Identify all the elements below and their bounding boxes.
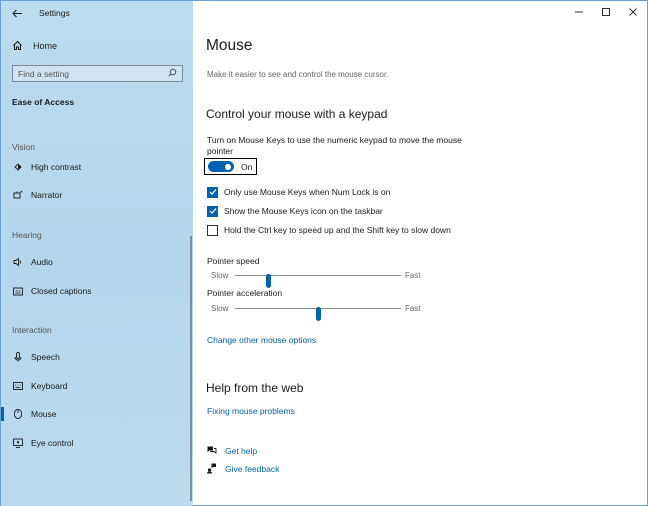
slider-min-label: Slow	[211, 271, 229, 280]
group-vision: Vision	[12, 142, 35, 152]
microphone-icon	[12, 352, 23, 363]
sidebar-item-high-contrast[interactable]: High contrast	[1, 157, 186, 177]
keyboard-icon	[12, 381, 23, 392]
pointer-acceleration-label: Pointer acceleration	[207, 288, 283, 298]
back-arrow-icon[interactable]	[10, 6, 24, 20]
sidebar-item-narrator[interactable]: Narrator	[1, 185, 186, 205]
taskbar-icon-checkbox-row[interactable]: Show the Mouse Keys icon on the taskbar	[207, 205, 383, 217]
sidebar-item-label: Speech	[31, 352, 60, 362]
num-lock-label: Only use Mouse Keys when Num Lock is on	[224, 187, 391, 197]
app-title: Settings	[39, 8, 70, 18]
main-content: Mouse Make it easier to see and control …	[193, 1, 648, 506]
toggle-state-label: On	[241, 161, 253, 172]
home-icon	[12, 40, 23, 53]
sidebar-item-closed-captions[interactable]: Closed captions	[1, 281, 186, 301]
sidebar-scrollbar[interactable]	[190, 236, 192, 501]
sidebar-item-label: Audio	[31, 257, 53, 267]
sidebar-item-label: Closed captions	[31, 286, 92, 296]
mouse-keys-toggle[interactable]: On	[204, 158, 257, 175]
slider-thumb[interactable]	[265, 274, 271, 288]
ctrl-shift-checkbox-row[interactable]: Hold the Ctrl key to speed up and the Sh…	[207, 224, 451, 236]
get-help-label[interactable]: Get help	[225, 446, 257, 456]
fixing-mouse-problems-link[interactable]: Fixing mouse problems	[207, 406, 295, 416]
search-box[interactable]	[12, 65, 183, 82]
search-input[interactable]	[18, 68, 168, 79]
pointer-speed-slider[interactable]: Slow Fast	[211, 270, 421, 288]
mouse-icon	[12, 409, 23, 420]
sidebar-item-audio[interactable]: Audio	[1, 252, 186, 272]
give-feedback-label[interactable]: Give feedback	[225, 464, 279, 474]
sidebar-item-label: Narrator	[31, 190, 63, 200]
toggle-knob	[225, 163, 231, 170]
toggle-switch[interactable]	[208, 161, 234, 172]
pointer-speed-label: Pointer speed	[207, 256, 260, 266]
get-help-icon	[206, 445, 217, 458]
slider-max-label: Fast	[405, 304, 421, 313]
help-heading: Help from the web	[206, 381, 304, 395]
high-contrast-icon	[12, 162, 23, 173]
home-label: Home	[33, 41, 58, 51]
slider-thumb[interactable]	[315, 307, 321, 321]
page-title: Mouse	[206, 37, 253, 54]
page-description: Make it easier to see and control the mo…	[207, 70, 389, 79]
group-interaction: Interaction	[12, 325, 52, 335]
group-hearing: Hearing	[12, 230, 42, 240]
get-help-row[interactable]: Get help	[206, 445, 257, 457]
slider-min-label: Slow	[211, 304, 229, 313]
closed-captions-icon	[12, 286, 23, 297]
sidebar-item-eye-control[interactable]: Eye control	[1, 433, 186, 453]
change-other-mouse-options-link[interactable]: Change other mouse options	[207, 335, 316, 345]
taskbar-icon-checkbox[interactable]	[207, 205, 218, 217]
sidebar-item-label: Eye control	[31, 438, 74, 448]
give-feedback-icon	[206, 463, 217, 476]
num-lock-checkbox-row[interactable]: Only use Mouse Keys when Num Lock is on	[207, 186, 390, 198]
sidebar-item-keyboard[interactable]: Keyboard	[1, 376, 186, 396]
num-lock-checkbox[interactable]	[207, 186, 218, 198]
mouse-keys-description: Turn on Mouse Keys to use the numeric ke…	[207, 135, 462, 156]
ctrl-shift-label: Hold the Ctrl key to speed up and the Sh…	[224, 225, 451, 235]
keypad-heading: Control your mouse with a keypad	[206, 107, 388, 121]
settings-window: Settings Home Ease of Access Vision High…	[0, 0, 648, 506]
sidebar: Settings Home Ease of Access Vision High…	[1, 1, 193, 506]
sidebar-item-home[interactable]: Home	[12, 39, 57, 53]
pointer-acceleration-slider[interactable]: Slow Fast	[211, 303, 421, 321]
sidebar-item-speech[interactable]: Speech	[1, 347, 186, 367]
sidebar-item-mouse[interactable]: Mouse	[1, 404, 186, 424]
taskbar-icon-label: Show the Mouse Keys icon on the taskbar	[224, 206, 383, 216]
search-icon[interactable]	[168, 68, 177, 79]
slider-track[interactable]	[235, 274, 401, 288]
slider-max-label: Fast	[405, 271, 421, 280]
narrator-icon	[12, 190, 23, 201]
eye-control-icon	[12, 438, 23, 449]
sidebar-item-label: High contrast	[31, 162, 82, 172]
slider-track[interactable]	[235, 307, 401, 321]
sidebar-item-label: Keyboard	[31, 381, 68, 391]
speaker-icon	[12, 257, 23, 268]
ctrl-shift-checkbox[interactable]	[207, 224, 218, 236]
section-title: Ease of Access	[12, 97, 75, 107]
give-feedback-row[interactable]: Give feedback	[206, 463, 279, 475]
sidebar-item-label: Mouse	[31, 409, 57, 419]
